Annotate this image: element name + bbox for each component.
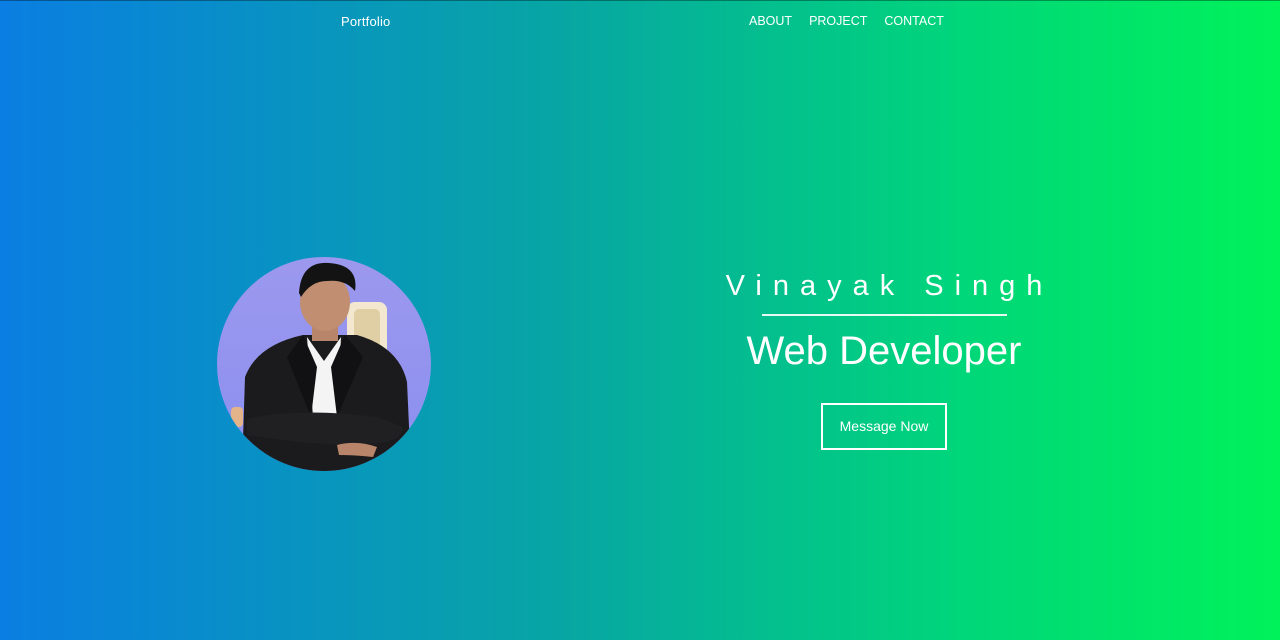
nav-link-contact[interactable]: CONTACT	[884, 14, 944, 28]
nav-link-project[interactable]: PROJECT	[809, 14, 867, 28]
hero-name: Vinayak Singh	[725, 270, 1054, 302]
nav-link-about[interactable]: ABOUT	[749, 14, 792, 28]
hero-section: Vinayak Singh Web Developer Message Now	[684, 266, 1084, 450]
profile-photo-icon	[217, 257, 431, 471]
avatar	[217, 257, 431, 471]
top-border	[0, 0, 1280, 1]
hero-divider	[761, 314, 1007, 316]
message-now-button[interactable]: Message Now	[820, 403, 948, 450]
top-nav: ABOUT PROJECT CONTACT	[749, 14, 944, 28]
hero-role: Web Developer	[746, 329, 1022, 373]
brand-link[interactable]: Portfolio	[341, 14, 391, 29]
